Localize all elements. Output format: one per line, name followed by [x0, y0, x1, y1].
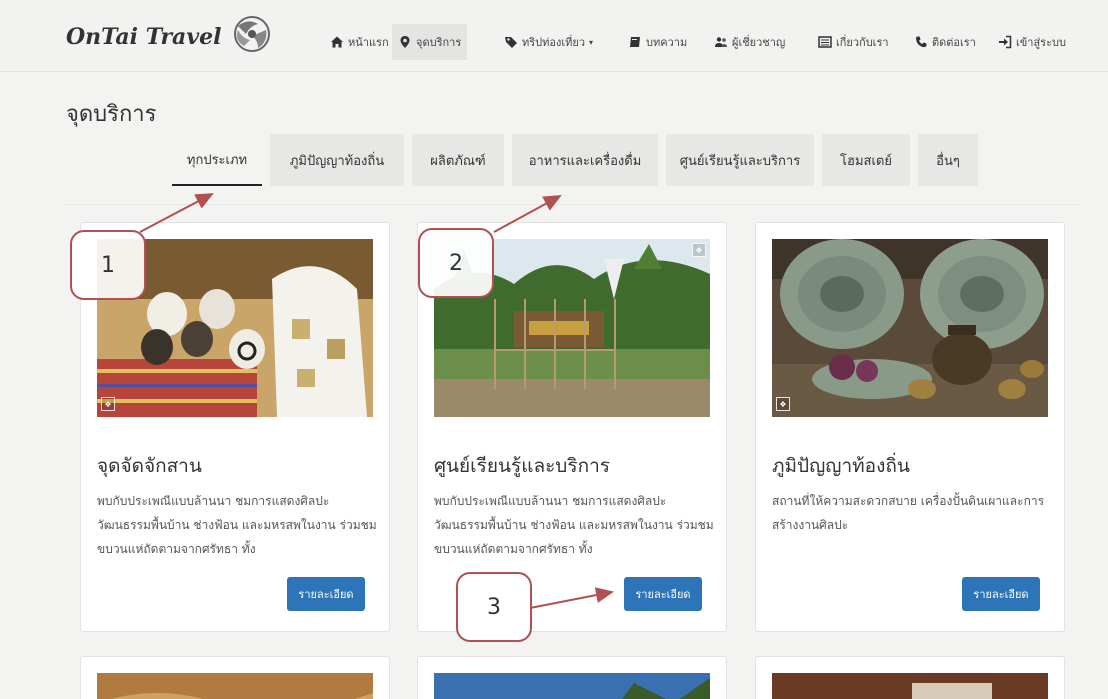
card-title: จุดจัดจักสาน — [97, 455, 202, 477]
details-button[interactable]: รายละเอียด — [287, 577, 365, 611]
card-title: ศูนย์เรียนรู้และบริการ — [434, 455, 610, 477]
brand-logo-icon[interactable] — [224, 12, 282, 56]
service-card — [755, 656, 1065, 699]
card-image[interactable] — [97, 673, 373, 699]
list-icon — [818, 35, 832, 49]
nav-item-home[interactable]: หน้าแรก — [330, 28, 389, 56]
navbar: OnTai Travel หน้าแรก จุดบริการ ทริปท่องเ… — [0, 0, 1108, 72]
card-image-pottery[interactable]: ❖ — [772, 239, 1048, 417]
card-description: พบกับประเพณีแบบล้านนา ชมการแสดงศิลปะวัฒน… — [434, 494, 714, 556]
card-image[interactable] — [434, 673, 710, 699]
section-divider — [66, 204, 1080, 205]
logo-badge-icon: ❖ — [101, 397, 115, 411]
book-icon — [628, 35, 642, 49]
users-icon — [714, 35, 728, 49]
annotation-callout-2: 2 — [418, 228, 494, 298]
brand-name[interactable]: OnTai Travel — [66, 24, 221, 50]
nav-label-service-points: จุดบริการ — [416, 36, 462, 49]
phone-icon — [914, 35, 928, 49]
nav-item-articles[interactable]: บทความ — [628, 28, 687, 56]
card-description: พบกับประเพณีแบบล้านนา ชมการแสดงศิลปะวัฒน… — [97, 494, 377, 556]
card-image[interactable] — [772, 673, 1048, 699]
tab-food-drinks[interactable]: อาหารและเครื่องดื่ม — [512, 134, 658, 186]
tab-others[interactable]: อื่นๆ — [918, 134, 978, 186]
tab-all-types[interactable]: ทุกประเภท — [172, 134, 262, 186]
home-icon — [330, 35, 344, 49]
tab-learning-center[interactable]: ศูนย์เรียนรู้และบริการ — [666, 134, 814, 186]
details-button[interactable]: รายละเอียด — [962, 577, 1040, 611]
nav-item-contact[interactable]: ติดต่อเรา — [914, 28, 976, 56]
tab-homestay[interactable]: โฮมสเตย์ — [822, 134, 910, 186]
tab-local-wisdom[interactable]: ภูมิปัญญาท้องถิ่น — [270, 134, 404, 186]
details-button[interactable]: รายละเอียด — [624, 577, 702, 611]
nav-item-trips[interactable]: ทริปท่องเที่ยว ▾ — [504, 28, 593, 56]
nav-label-experts: ผู้เชี่ยวชาญ — [732, 36, 786, 49]
nav-item-experts[interactable]: ผู้เชี่ยวชาญ — [714, 28, 785, 56]
tab-products[interactable]: ผลิตภัณฑ์ — [412, 134, 504, 186]
nav-item-login[interactable]: เข้าสู่ระบบ — [998, 28, 1066, 56]
card-description: สถานที่ให้ความสะดวกสบาย เครื่องปั้นดินเผ… — [772, 494, 1045, 532]
page-title: จุดบริการ — [66, 102, 157, 127]
service-card — [80, 656, 390, 699]
map-marker-icon — [398, 35, 412, 49]
nav-label-about: เกี่ยวกับเรา — [836, 36, 889, 49]
nav-item-service-points[interactable]: จุดบริการ — [392, 24, 468, 60]
logo-badge-icon: ❖ — [776, 397, 790, 411]
nav-label-login: เข้าสู่ระบบ — [1016, 36, 1066, 49]
nav-item-about[interactable]: เกี่ยวกับเรา — [818, 28, 889, 56]
nav-label-home: หน้าแรก — [348, 36, 389, 49]
nav-label-articles: บทความ — [646, 36, 688, 49]
logo-badge-icon: ❖ — [692, 243, 706, 257]
card-title: ภูมิปัญญาท้องถิ่น — [772, 455, 910, 477]
tag-icon — [504, 35, 518, 49]
service-card: ❖ ภูมิปัญญาท้องถิ่น สถานที่ให้ความสะดวกส… — [755, 222, 1065, 632]
annotation-callout-3: 3 — [456, 572, 532, 642]
annotation-callout-1: 1 — [70, 230, 146, 300]
nav-label-contact: ติดต่อเรา — [932, 36, 976, 49]
sign-in-icon — [998, 35, 1012, 49]
service-card — [417, 656, 727, 699]
nav-label-trips: ทริปท่องเที่ยว — [522, 36, 586, 49]
caret-down-icon: ▾ — [589, 37, 594, 47]
